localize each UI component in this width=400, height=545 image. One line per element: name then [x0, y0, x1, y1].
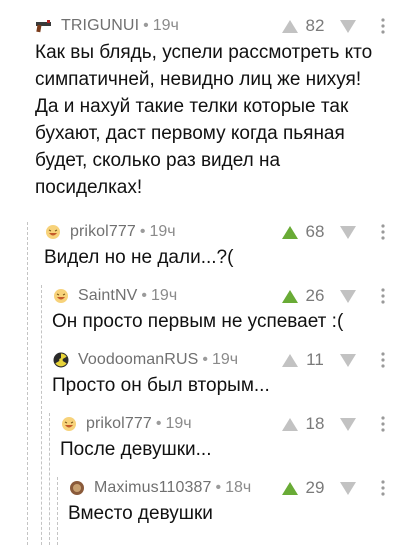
- downvote-arrow-icon[interactable]: [340, 417, 356, 431]
- upvote-arrow-icon[interactable]: [282, 417, 298, 431]
- comment-header: SaintNV • 19ч: [52, 285, 177, 307]
- laughing-face-avatar-icon[interactable]: [52, 287, 70, 305]
- vote-controls: 68: [282, 221, 400, 243]
- rating-count: 26: [305, 286, 325, 305]
- author-name[interactable]: Maximus110387: [94, 479, 212, 497]
- comment-text: Видел но не дали...?(: [44, 247, 234, 268]
- laughing-face-avatar-icon[interactable]: [60, 415, 78, 433]
- comment-time: 19ч: [149, 223, 176, 240]
- comment-text: Вместо девушки: [68, 503, 213, 524]
- thread-line: [41, 285, 42, 545]
- downvote-arrow-icon[interactable]: [340, 19, 356, 33]
- rating-count: 18: [305, 414, 325, 433]
- laughing-face-avatar-icon[interactable]: [44, 223, 62, 241]
- more-options-icon[interactable]: [376, 350, 390, 370]
- upvote-arrow-icon[interactable]: [282, 289, 298, 303]
- author-name[interactable]: SaintNV: [78, 287, 137, 305]
- rating-count: 82: [305, 16, 325, 35]
- comment-text: Просто он был вторым...: [52, 375, 270, 396]
- separator-dot: •: [143, 17, 149, 34]
- comment-text: Он просто первым не успевает :(: [52, 311, 344, 332]
- comment-header: prikol777 • 19ч: [44, 221, 176, 243]
- separator-dot: •: [202, 351, 208, 368]
- vote-controls: 18: [282, 413, 400, 435]
- upvote-arrow-icon[interactable]: [282, 225, 298, 239]
- author-name[interactable]: prikol777: [86, 415, 152, 433]
- more-options-icon[interactable]: [376, 478, 390, 498]
- vote-controls: 11: [282, 349, 400, 371]
- rating-count: 29: [305, 478, 325, 497]
- thread-line: [49, 413, 50, 545]
- vote-controls: 82: [282, 15, 400, 37]
- more-options-icon[interactable]: [376, 286, 390, 306]
- brown-circle-avatar-icon[interactable]: [68, 479, 86, 497]
- radiation-avatar-icon[interactable]: [52, 351, 70, 369]
- upvote-arrow-icon[interactable]: [282, 481, 298, 495]
- rating-count: 68: [305, 222, 325, 241]
- separator-dot: •: [141, 287, 148, 304]
- comment-time: 18ч: [225, 479, 252, 496]
- downvote-arrow-icon[interactable]: [340, 481, 356, 495]
- comment-time: 19ч: [152, 17, 179, 34]
- separator-dot: •: [155, 415, 162, 432]
- thread-line: [57, 477, 58, 545]
- downvote-arrow-icon[interactable]: [340, 353, 356, 367]
- upvote-arrow-icon[interactable]: [282, 19, 298, 33]
- author-name[interactable]: TRIGUNUI: [61, 17, 139, 35]
- comment-header: prikol777 • 19ч: [60, 413, 192, 435]
- author-name[interactable]: prikol777: [70, 223, 136, 241]
- more-options-icon[interactable]: [376, 414, 390, 434]
- separator-dot: •: [215, 479, 222, 496]
- comment-header: TRIGUNUI • 19ч: [35, 15, 179, 37]
- more-options-icon[interactable]: [376, 16, 390, 36]
- comment-header: VoodoomanRUS • 19ч: [52, 349, 238, 371]
- rating-count: 11: [306, 350, 324, 369]
- upvote-arrow-icon[interactable]: [282, 353, 298, 367]
- author-name[interactable]: VoodoomanRUS: [78, 351, 198, 369]
- comment-time: 19ч: [212, 351, 239, 368]
- downvote-arrow-icon[interactable]: [340, 289, 356, 303]
- more-options-icon[interactable]: [376, 222, 390, 242]
- vote-controls: 26: [282, 285, 400, 307]
- comment-time: 19ч: [165, 415, 192, 432]
- vote-controls: 29: [282, 477, 400, 499]
- comment-header: Maximus110387 • 18ч: [68, 477, 251, 499]
- downvote-arrow-icon[interactable]: [340, 225, 356, 239]
- comment-text: Как вы блядь, успели рассмотреть кто сим…: [35, 42, 373, 198]
- separator-dot: •: [139, 223, 146, 240]
- comment-time: 19ч: [151, 287, 178, 304]
- thread-line: [27, 222, 28, 545]
- gun-avatar-icon[interactable]: [35, 17, 53, 35]
- comment-text: После девушки...: [60, 439, 212, 460]
